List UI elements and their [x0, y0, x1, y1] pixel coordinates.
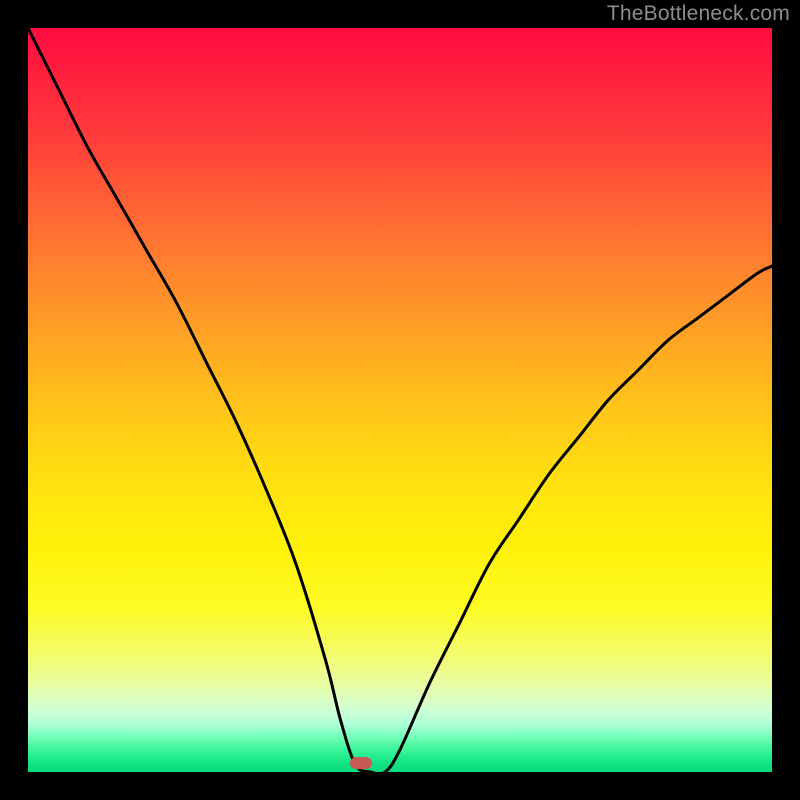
bottleneck-curve	[28, 28, 772, 772]
optimum-marker	[350, 757, 372, 769]
watermark-text: TheBottleneck.com	[607, 2, 790, 26]
chart-frame: TheBottleneck.com	[0, 0, 800, 800]
plot-area	[28, 28, 772, 772]
